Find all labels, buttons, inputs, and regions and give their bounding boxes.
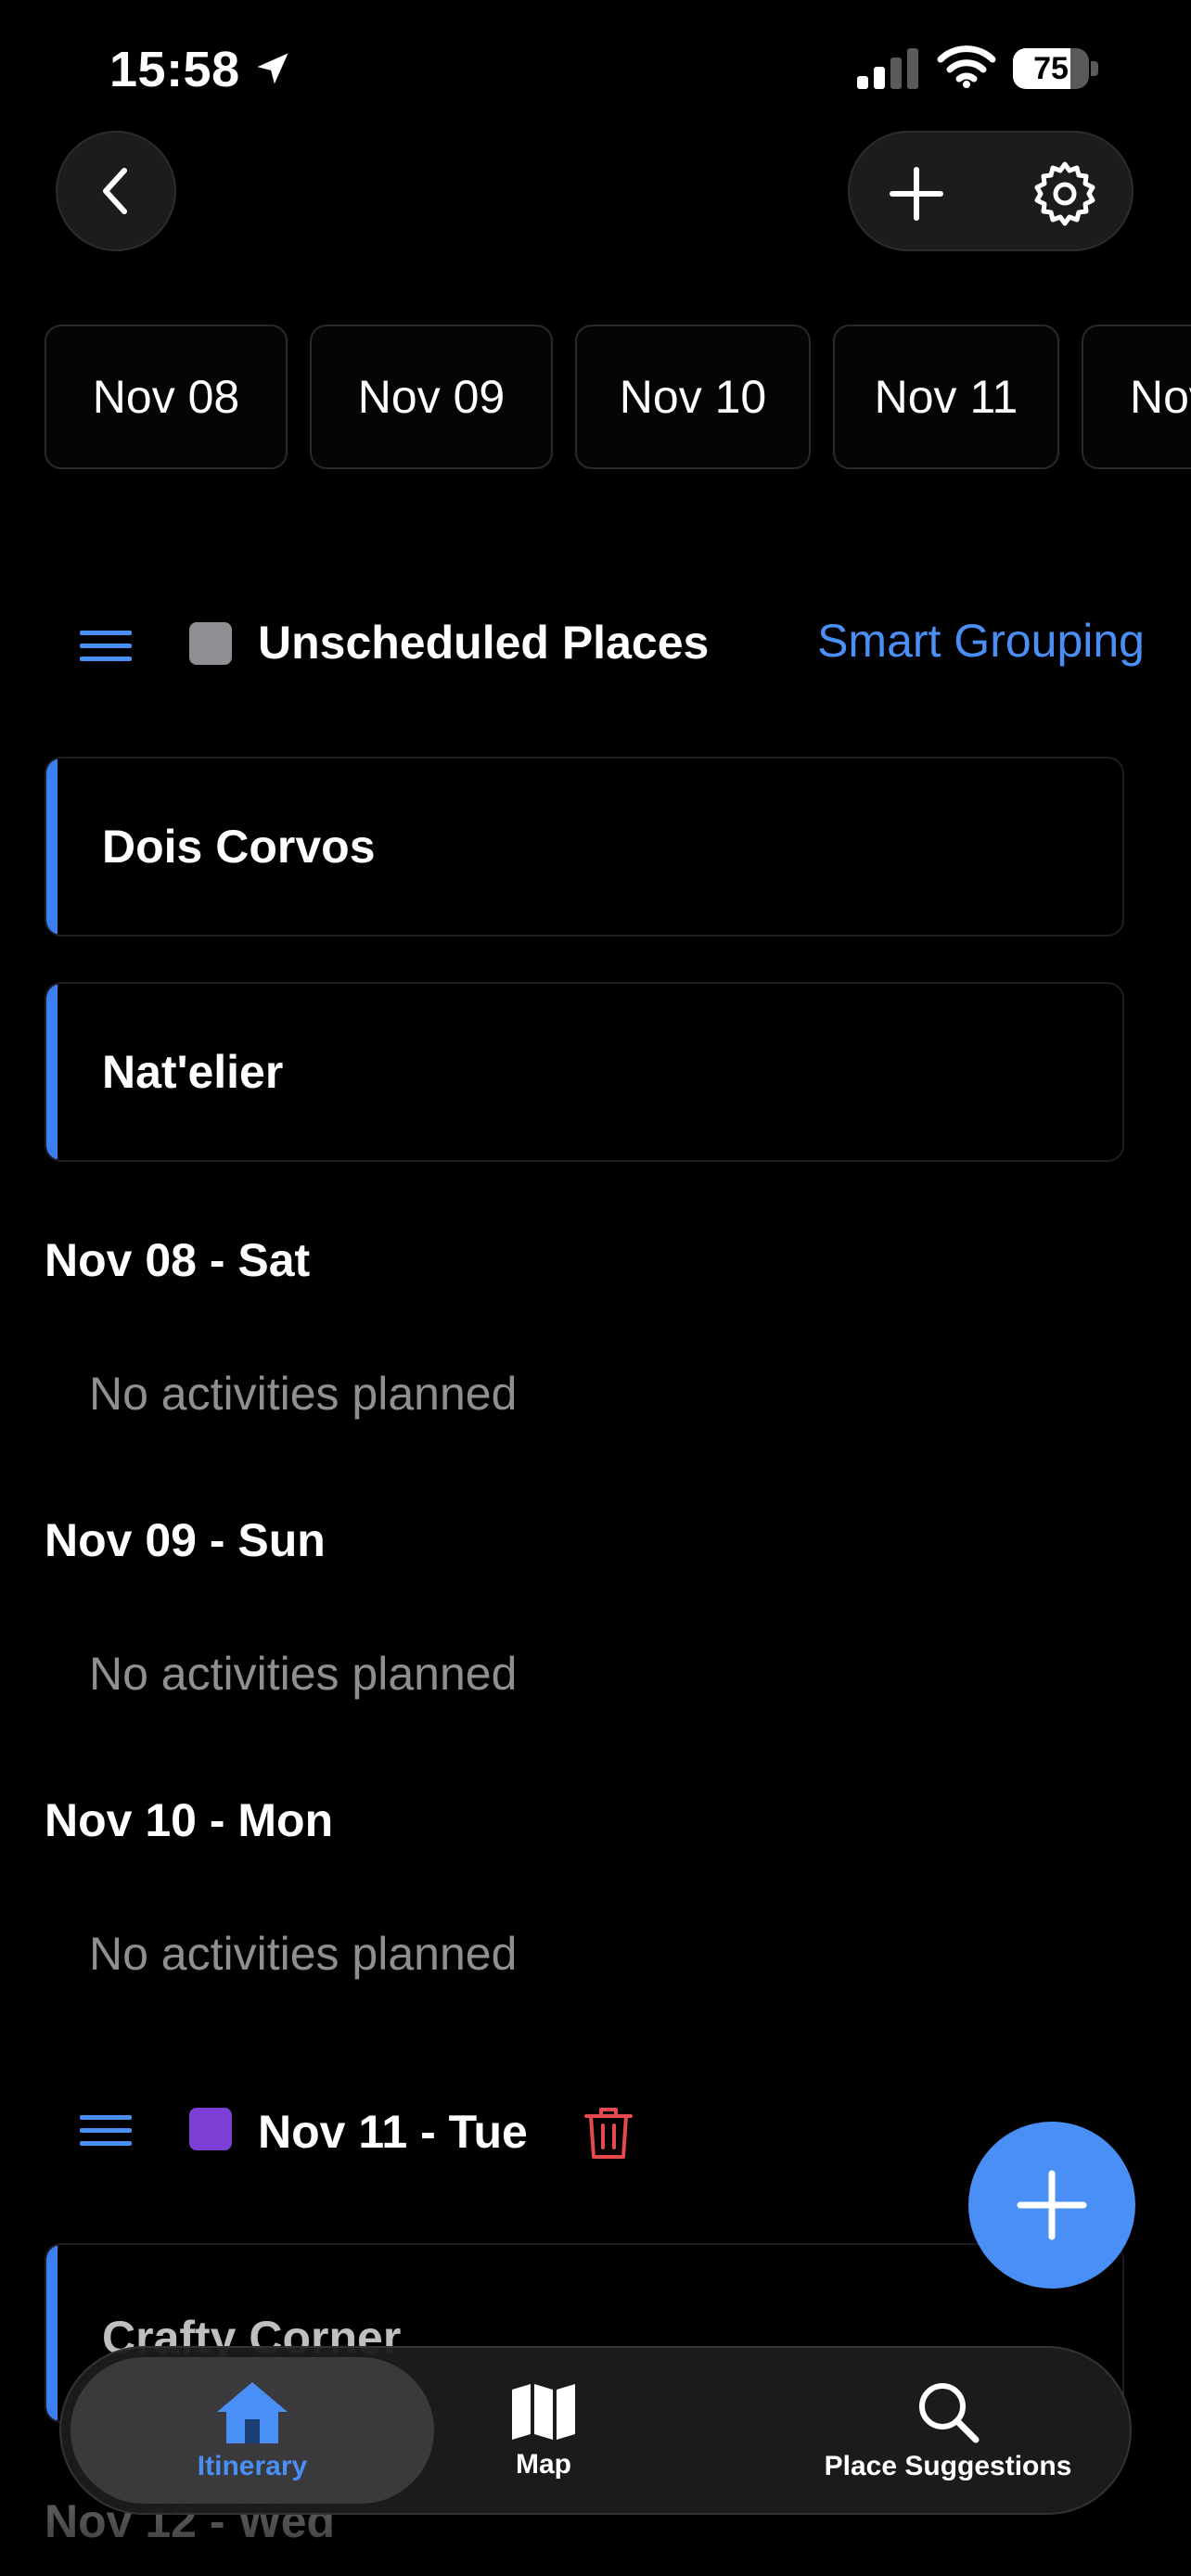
tab-itinerary[interactable]: Itinerary — [70, 2348, 434, 2513]
place-name: Dois Corvos — [102, 821, 376, 873]
section-color-swatch — [189, 622, 232, 665]
location-arrow-icon — [257, 53, 288, 84]
map-icon — [512, 2384, 575, 2440]
house-icon — [217, 2382, 288, 2443]
tab-map[interactable]: Map — [469, 2348, 618, 2513]
cellular-signal-icon — [857, 48, 918, 89]
battery-indicator: 75 — [1013, 48, 1098, 89]
date-tab-nov-10[interactable]: Nov 10 — [575, 325, 811, 469]
day-heading: Nov 10 - Mon — [45, 1794, 334, 1846]
date-tab-nov-08[interactable]: Nov 08 — [45, 325, 288, 469]
gear-icon — [1034, 161, 1095, 226]
empty-state-text: No activities planned — [89, 1368, 518, 1420]
day-heading: Nov 08 - Sat — [45, 1234, 311, 1286]
drag-handle-icon[interactable] — [80, 631, 132, 662]
place-card[interactable]: Nat'elier — [45, 982, 1124, 1162]
add-button[interactable] — [879, 157, 954, 231]
settings-button[interactable] — [1026, 155, 1104, 233]
battery-percent: 75 — [1033, 51, 1069, 86]
day-heading: Nov 09 - Sun — [45, 1514, 326, 1566]
smart-grouping-button[interactable]: Smart Grouping — [817, 614, 1145, 668]
tab-label: Place Suggestions — [824, 2451, 1072, 2481]
tab-bar: Itinerary Map Place Suggestions — [59, 2346, 1132, 2515]
date-tab-nov-09[interactable]: Nov 09 — [310, 325, 553, 469]
date-tab-nov-12[interactable]: Nov — [1082, 325, 1191, 469]
tab-place-suggestions[interactable]: Place Suggestions — [790, 2348, 1106, 2513]
tab-label: Itinerary — [197, 2451, 308, 2481]
empty-state-text: No activities planned — [89, 1648, 518, 1700]
search-icon — [919, 2383, 980, 2443]
day-color-swatch — [189, 2108, 232, 2150]
plus-icon — [1017, 2170, 1087, 2240]
back-button[interactable] — [56, 131, 176, 251]
unscheduled-title: Unscheduled Places — [258, 617, 710, 669]
tab-label: Map — [516, 2449, 571, 2480]
plus-icon — [890, 167, 943, 221]
wifi-icon — [937, 45, 996, 88]
place-name: Nat'elier — [102, 1046, 284, 1098]
top-actions-pill — [848, 131, 1133, 251]
place-card[interactable]: Dois Corvos — [45, 757, 1124, 937]
date-tab-nov-11[interactable]: Nov 11 — [833, 325, 1059, 469]
chevron-left-icon — [103, 168, 127, 214]
trash-icon[interactable] — [583, 2105, 634, 2161]
day-title: Nov 11 - Tue — [258, 2106, 528, 2158]
status-time: 15:58 — [109, 42, 240, 97]
drag-handle-icon[interactable] — [80, 2115, 132, 2147]
floating-add-button[interactable] — [968, 2122, 1135, 2289]
empty-state-text: No activities planned — [89, 1928, 518, 1980]
